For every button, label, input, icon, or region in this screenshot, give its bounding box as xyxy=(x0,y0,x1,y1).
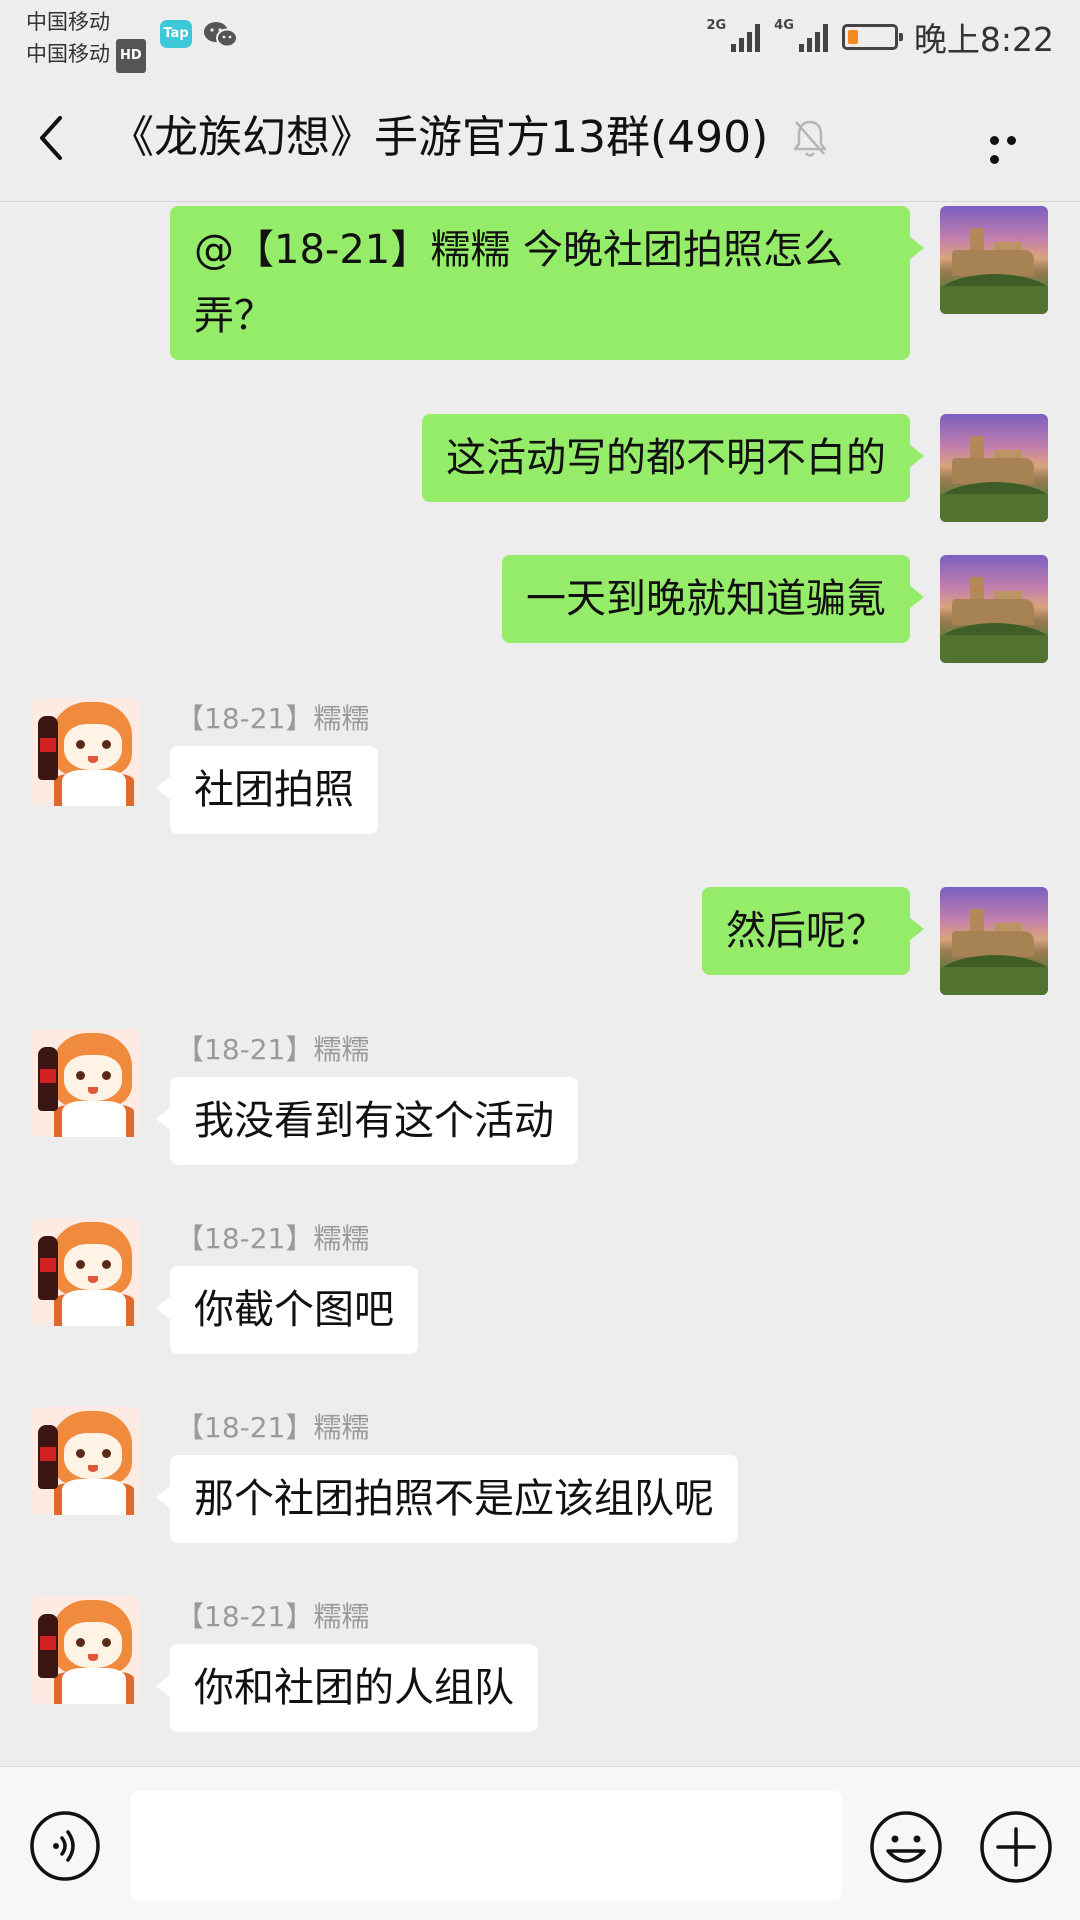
signal-icon-2 xyxy=(796,22,828,52)
carrier-block: 中国移动 中国移动 HD xyxy=(26,6,146,73)
avatar[interactable] xyxy=(32,1407,140,1515)
chevron-left-icon[interactable] xyxy=(32,112,72,164)
message-bubble[interactable]: 那个社团拍照不是应该组队呢 xyxy=(156,1455,738,1543)
message-input[interactable] xyxy=(130,1791,842,1901)
message-bubble[interactable]: @【18-21】糯糯 今晚社团拍照怎么弄？ xyxy=(170,206,924,360)
battery-icon xyxy=(841,24,903,50)
avatar[interactable] xyxy=(940,555,1048,663)
avatar[interactable] xyxy=(32,698,140,806)
network-label-1: 2G xyxy=(706,18,727,33)
message-bubble[interactable]: 社团拍照 xyxy=(156,746,378,834)
sender-name: 【18-21】糯糯 xyxy=(176,1033,370,1066)
message-bubble[interactable]: 然后呢？ xyxy=(702,887,924,975)
avatar[interactable] xyxy=(940,887,1048,995)
signal-icon xyxy=(728,22,761,52)
carrier-1: 中国移动 xyxy=(26,10,110,34)
avatar[interactable] xyxy=(940,414,1048,522)
voice-icon[interactable] xyxy=(28,1809,102,1883)
chat-header: 《龙族幻想》手游官方13群(490) xyxy=(0,74,1080,202)
sender-name: 【18-21】糯糯 xyxy=(176,1600,370,1633)
battery-level xyxy=(847,30,858,44)
avatar[interactable] xyxy=(32,1596,140,1704)
status-time: 晚上8:22 xyxy=(913,20,1054,59)
message-bubble[interactable]: 你和社团的人组队 xyxy=(156,1644,538,1732)
emoji-icon[interactable] xyxy=(868,1809,944,1885)
sender-name: 【18-21】糯糯 xyxy=(176,1222,370,1255)
chat-title[interactable]: 《龙族幻想》手游官方13群(490) xyxy=(110,110,768,166)
network-label-2: 4G xyxy=(774,18,794,33)
avatar[interactable] xyxy=(940,206,1048,314)
plus-icon[interactable] xyxy=(978,1809,1054,1885)
message-list[interactable]: @【18-21】糯糯 今晚社团拍照怎么弄？ 这活动写的都不明不白的 一天到晚就知… xyxy=(0,203,1080,1766)
input-bar xyxy=(0,1766,1080,1920)
avatar[interactable] xyxy=(32,1029,140,1137)
status-bar: 中国移动 中国移动 HD Tap 2G 4G 晚上8:22 xyxy=(0,0,1080,74)
carrier-2-label: 中国移动 xyxy=(26,42,110,66)
wechat-icon xyxy=(204,22,238,48)
message-bubble[interactable]: 这活动写的都不明不白的 xyxy=(422,414,924,502)
more-dots-icon[interactable] xyxy=(990,130,1040,164)
status-right: 2G 4G 晚上8:22 xyxy=(706,14,1054,60)
avatar[interactable] xyxy=(32,1218,140,1326)
message-bubble[interactable]: 你截个图吧 xyxy=(156,1266,418,1354)
carrier-2: 中国移动 HD xyxy=(26,38,146,73)
taptap-icon: Tap xyxy=(160,20,192,48)
bell-off-icon xyxy=(793,120,827,157)
message-bubble[interactable]: 一天到晚就知道骗氪 xyxy=(502,555,924,643)
sender-name: 【18-21】糯糯 xyxy=(176,1411,370,1444)
sender-name: 【18-21】糯糯 xyxy=(176,702,370,735)
message-bubble[interactable]: 我没看到有这个活动 xyxy=(156,1077,578,1165)
hd-badge: HD xyxy=(116,39,146,73)
